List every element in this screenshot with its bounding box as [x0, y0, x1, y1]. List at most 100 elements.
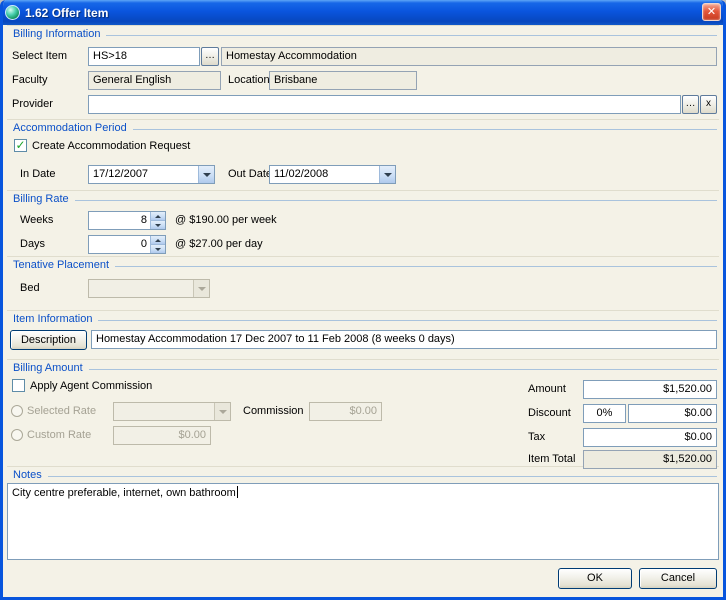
chevron-down-icon — [203, 173, 211, 177]
location-field: Brisbane — [269, 71, 417, 90]
days-value: 0 — [91, 238, 147, 251]
section-line — [48, 476, 717, 477]
notes-textarea[interactable]: City centre preferable, internet, own ba… — [7, 483, 719, 560]
section-title: Notes — [13, 469, 42, 481]
arrow-up-icon — [155, 215, 161, 218]
in-date-label: In Date — [20, 168, 55, 180]
stepper-buttons — [150, 212, 165, 229]
select-item-label: Select Item — [12, 50, 67, 62]
weeks-rate-label: @ $190.00 per week — [175, 214, 277, 226]
selected-rate-dropdown — [113, 402, 231, 421]
arrow-up-icon — [155, 239, 161, 242]
section-title: Tenative Placement — [13, 259, 109, 271]
window-title: 1.62 Offer Item — [25, 6, 108, 20]
provider-input[interactable] — [88, 95, 681, 114]
check-icon: ✓ — [15, 138, 25, 152]
select-item-input[interactable]: HS>18 — [88, 47, 200, 66]
provider-clear-button[interactable]: x — [700, 95, 717, 114]
custom-rate-radio — [11, 429, 23, 441]
item-total-field: $1,520.00 — [583, 450, 717, 469]
provider-browse-button[interactable]: … — [682, 95, 699, 114]
tax-field[interactable]: $0.00 — [583, 428, 717, 447]
weeks-value: 8 — [91, 214, 147, 227]
amount-label: Amount — [528, 383, 566, 395]
ellipsis-icon: … — [686, 98, 696, 109]
clear-icon: x — [706, 98, 711, 109]
section-title: Item Information — [13, 313, 92, 325]
out-date-label: Out Date — [228, 168, 272, 180]
create-accommodation-request-checkbox[interactable]: ✓ — [14, 139, 27, 152]
out-date-value: 11/02/2008 — [274, 168, 377, 181]
in-date-value: 17/12/2007 — [93, 168, 196, 181]
section-title: Billing Rate — [13, 193, 69, 205]
section-line — [89, 369, 717, 370]
days-label: Days — [20, 238, 45, 250]
tax-label: Tax — [528, 431, 545, 443]
days-stepper[interactable]: 0 — [88, 235, 166, 254]
ellipsis-icon: … — [205, 50, 215, 61]
notes-text: City centre preferable, internet, own ba… — [12, 487, 236, 499]
section-line — [98, 320, 717, 321]
section-separator — [7, 119, 719, 120]
section-header-billing-rate: Billing Rate — [13, 193, 717, 205]
ok-button[interactable]: OK — [558, 568, 632, 589]
bed-label: Bed — [20, 282, 40, 294]
stepper-down-button[interactable] — [151, 245, 165, 253]
chevron-down-icon — [384, 173, 392, 177]
section-line — [75, 200, 717, 201]
amount-field[interactable]: $1,520.00 — [583, 380, 717, 399]
description-button[interactable]: Description — [10, 330, 87, 350]
discount-amount-field[interactable]: $0.00 — [628, 404, 717, 423]
description-field[interactable]: Homestay Accommodation 17 Dec 2007 to 11… — [91, 330, 717, 349]
commission-field: $0.00 — [309, 402, 382, 421]
stepper-down-button[interactable] — [151, 221, 165, 229]
stepper-up-button[interactable] — [151, 236, 165, 245]
item-total-label: Item Total — [528, 453, 576, 465]
section-line — [115, 266, 717, 267]
custom-rate-field: $0.00 — [113, 426, 211, 445]
stepper-up-button[interactable] — [151, 212, 165, 221]
in-date-dropdown[interactable]: 17/12/2007 — [88, 165, 215, 184]
chevron-down-icon — [219, 410, 227, 414]
close-button[interactable]: ✕ — [702, 3, 721, 21]
apply-agent-commission-checkbox[interactable] — [12, 379, 25, 392]
section-header-item-information: Item Information — [13, 313, 717, 325]
location-label: Location — [228, 74, 270, 86]
custom-rate-label: Custom Rate — [27, 429, 91, 441]
section-separator — [7, 190, 719, 191]
arrow-down-icon — [155, 224, 161, 227]
discount-percent-field[interactable]: 0% — [583, 404, 626, 423]
arrow-down-icon — [155, 248, 161, 251]
text-cursor — [237, 486, 238, 498]
create-accommodation-request-label: Create Accommodation Request — [32, 140, 190, 152]
app-icon — [5, 5, 20, 20]
section-header-accommodation-period: Accommodation Period — [13, 122, 717, 134]
stepper-buttons — [150, 236, 165, 253]
section-line — [133, 129, 717, 130]
dropdown-arrow-button — [193, 280, 209, 297]
dropdown-arrow-button[interactable] — [379, 166, 395, 183]
dropdown-arrow-button — [214, 403, 230, 420]
section-header-billing-information: Billing Information — [13, 28, 717, 40]
section-header-tenative-placement: Tenative Placement — [13, 259, 717, 271]
weeks-stepper[interactable]: 8 — [88, 211, 166, 230]
days-rate-label: @ $27.00 per day — [175, 238, 263, 250]
provider-label: Provider — [12, 98, 53, 110]
dialog-body: Billing Information Select Item HS>18 … … — [3, 22, 723, 594]
cancel-button[interactable]: Cancel — [639, 568, 717, 589]
section-separator — [7, 310, 719, 311]
section-title: Accommodation Period — [13, 122, 127, 134]
section-header-billing-amount: Billing Amount — [13, 362, 717, 374]
out-date-dropdown[interactable]: 11/02/2008 — [269, 165, 396, 184]
commission-label: Commission — [243, 405, 304, 417]
dropdown-arrow-button[interactable] — [198, 166, 214, 183]
bed-dropdown — [88, 279, 210, 298]
select-item-browse-button[interactable]: … — [201, 47, 219, 66]
faculty-label: Faculty — [12, 74, 47, 86]
selected-rate-label: Selected Rate — [27, 405, 96, 417]
section-title: Billing Amount — [13, 362, 83, 374]
section-title: Billing Information — [13, 28, 100, 40]
section-line — [106, 35, 717, 36]
section-header-notes: Notes — [13, 469, 717, 481]
apply-agent-commission-label: Apply Agent Commission — [30, 380, 152, 392]
